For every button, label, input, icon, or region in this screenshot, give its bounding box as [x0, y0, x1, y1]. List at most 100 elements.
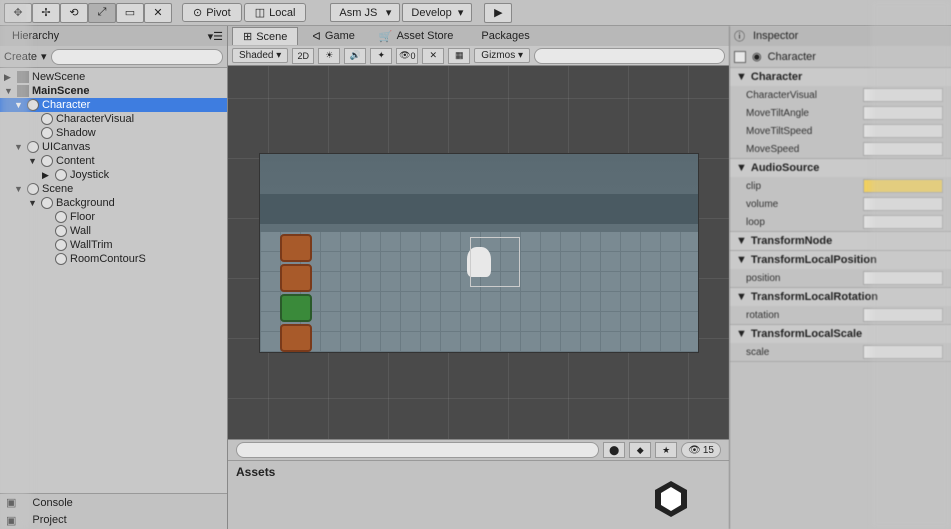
circle-icon	[41, 155, 53, 167]
hidden-counter[interactable]: 👁 15	[681, 442, 721, 458]
property-field[interactable]	[863, 88, 943, 102]
build-dropdown[interactable]: Develop ▾	[402, 3, 472, 22]
property-label: CharacterVisual	[746, 90, 863, 101]
property-field[interactable]	[863, 308, 943, 322]
rect-tool[interactable]: ▭	[116, 3, 144, 23]
component-header[interactable]: ▼TransformLocalRotation	[730, 288, 951, 306]
property-field[interactable]	[863, 215, 943, 229]
hierarchy-item[interactable]: Wall	[0, 224, 227, 238]
console-tab[interactable]: Console	[24, 496, 80, 510]
hierarchy-search[interactable]	[51, 49, 223, 65]
shading-dropdown[interactable]: Shaded ▾	[232, 48, 288, 63]
assets-panel: ⬤ ◆ ★ 👁 15 Assets	[228, 439, 729, 529]
fx-toggle[interactable]: ✦	[370, 48, 392, 64]
hierarchy-item[interactable]: ▼Content	[0, 154, 227, 168]
tab-packages[interactable]: Packages	[467, 28, 539, 44]
circle-icon	[27, 141, 39, 153]
console-icon: ▣	[6, 496, 16, 509]
circle-icon	[41, 113, 53, 125]
fold-arrow-icon[interactable]: ▼	[14, 100, 24, 110]
scale-tool[interactable]: ⤢	[88, 3, 116, 23]
platform-dropdown[interactable]: Asm JS ▾	[330, 3, 400, 22]
hierarchy-item[interactable]: Shadow	[0, 126, 227, 140]
pivot-toggle[interactable]: ⊙ Pivot	[182, 3, 242, 22]
hierarchy-label: Floor	[70, 211, 95, 223]
scene-search[interactable]	[534, 48, 725, 64]
component-header[interactable]: ▼AudioSource	[730, 159, 951, 177]
hand-tool[interactable]: ✥	[4, 3, 32, 23]
property-field[interactable]	[863, 345, 943, 359]
hierarchy-label: Shadow	[56, 127, 96, 139]
hierarchy-item[interactable]: ▼Character	[0, 98, 227, 112]
hierarchy-list: ▶NewScene▼MainScene▼CharacterCharacterVi…	[0, 68, 227, 493]
component-header[interactable]: ▼Character	[730, 68, 951, 86]
local-toggle[interactable]: ◫ Local	[244, 3, 307, 22]
fold-arrow-icon: ▼	[736, 328, 747, 340]
circle-icon	[55, 253, 67, 265]
property-field[interactable]	[863, 179, 943, 193]
filter-icon[interactable]: ⬤	[603, 442, 625, 458]
hierarchy-item[interactable]: ▼Scene	[0, 182, 227, 196]
fold-arrow-icon[interactable]: ▼	[4, 86, 14, 96]
hierarchy-item[interactable]: ▶Joystick	[0, 168, 227, 182]
hierarchy-item[interactable]: ▶NewScene	[0, 70, 227, 84]
component-header[interactable]: ▼TransformLocalPosition	[730, 251, 951, 269]
component-name: TransformLocalRotation	[751, 291, 878, 303]
hierarchy-item[interactable]: Floor	[0, 210, 227, 224]
hierarchy-item[interactable]: RoomContourS	[0, 252, 227, 266]
tab-scene[interactable]: ⊞Scene	[232, 27, 298, 45]
tab-game[interactable]: ᐊGame	[302, 28, 364, 45]
fold-arrow-icon[interactable]: ▼	[14, 184, 24, 194]
tab-asset-store[interactable]: 🛒Asset Store	[369, 28, 464, 45]
property-field[interactable]	[863, 197, 943, 211]
fold-arrow-icon[interactable]: ▼	[28, 198, 38, 208]
cube-icon: ◫	[255, 6, 265, 19]
top-toolbar: ✥ ✢ ⟲ ⤢ ▭ ✕ ⊙ Pivot ◫ Local Asm JS ▾ Dev…	[0, 0, 951, 26]
property-field[interactable]	[863, 124, 943, 138]
transform-tools: ✥ ✢ ⟲ ⤢ ▭ ✕	[4, 3, 172, 23]
custom-tool[interactable]: ✕	[144, 3, 172, 23]
component-header[interactable]: ▼TransformNode	[730, 232, 951, 250]
save-icon[interactable]: ★	[655, 442, 677, 458]
component-transformlocalrotation: ▼TransformLocalRotation rotation	[730, 288, 951, 325]
fold-arrow-icon[interactable]: ▶	[42, 170, 52, 181]
property-field[interactable]	[863, 271, 943, 285]
property-field[interactable]	[863, 106, 943, 120]
active-checkbox[interactable]	[734, 51, 746, 63]
inspector-tab[interactable]: Inspector	[745, 28, 806, 44]
hierarchy-item[interactable]: ▼UICanvas	[0, 140, 227, 154]
component-header[interactable]: ▼TransformLocalScale	[730, 325, 951, 343]
unity-logo-icon	[651, 479, 691, 519]
tools-toggle[interactable]: ✕	[422, 48, 444, 64]
fold-arrow-icon[interactable]: ▼	[28, 156, 38, 166]
hierarchy-tab[interactable]: Hierarchy	[4, 28, 67, 44]
lighting-toggle[interactable]: ☀	[318, 48, 340, 64]
hierarchy-item[interactable]: ▼MainScene	[0, 84, 227, 98]
fold-arrow-icon[interactable]: ▼	[14, 142, 24, 152]
hierarchy-item[interactable]: ▼Background	[0, 196, 227, 210]
move-tool[interactable]: ✢	[32, 3, 60, 23]
audio-toggle[interactable]: 🔊	[344, 48, 366, 64]
hierarchy-item[interactable]: WallTrim	[0, 238, 227, 252]
fold-arrow-icon[interactable]: ▶	[4, 72, 14, 83]
property-label: rotation	[746, 310, 863, 321]
project-icon: ▣	[6, 514, 16, 527]
layer-toggle[interactable]: 👁0	[396, 48, 418, 64]
property-label: position	[746, 273, 863, 284]
hierarchy-label: WallTrim	[70, 239, 113, 251]
property-row: rotation	[730, 306, 951, 324]
label-icon[interactable]: ◆	[629, 442, 651, 458]
grid-toggle[interactable]: ▦	[448, 48, 470, 64]
assets-search[interactable]	[236, 442, 599, 458]
play-button[interactable]: ▶	[484, 3, 512, 23]
project-tab[interactable]: Project	[24, 513, 74, 527]
create-dropdown[interactable]: Create	[4, 51, 37, 63]
hierarchy-item[interactable]: CharacterVisual	[0, 112, 227, 126]
panel-menu-icon[interactable]: ▾☰	[208, 30, 223, 43]
property-field[interactable]	[863, 142, 943, 156]
scene-viewport[interactable]	[228, 66, 729, 439]
view-2d-toggle[interactable]: 2D	[292, 48, 314, 64]
gizmos-dropdown[interactable]: Gizmos ▾	[474, 48, 530, 63]
fold-arrow-icon: ▼	[736, 71, 747, 83]
rotate-tool[interactable]: ⟲	[60, 3, 88, 23]
